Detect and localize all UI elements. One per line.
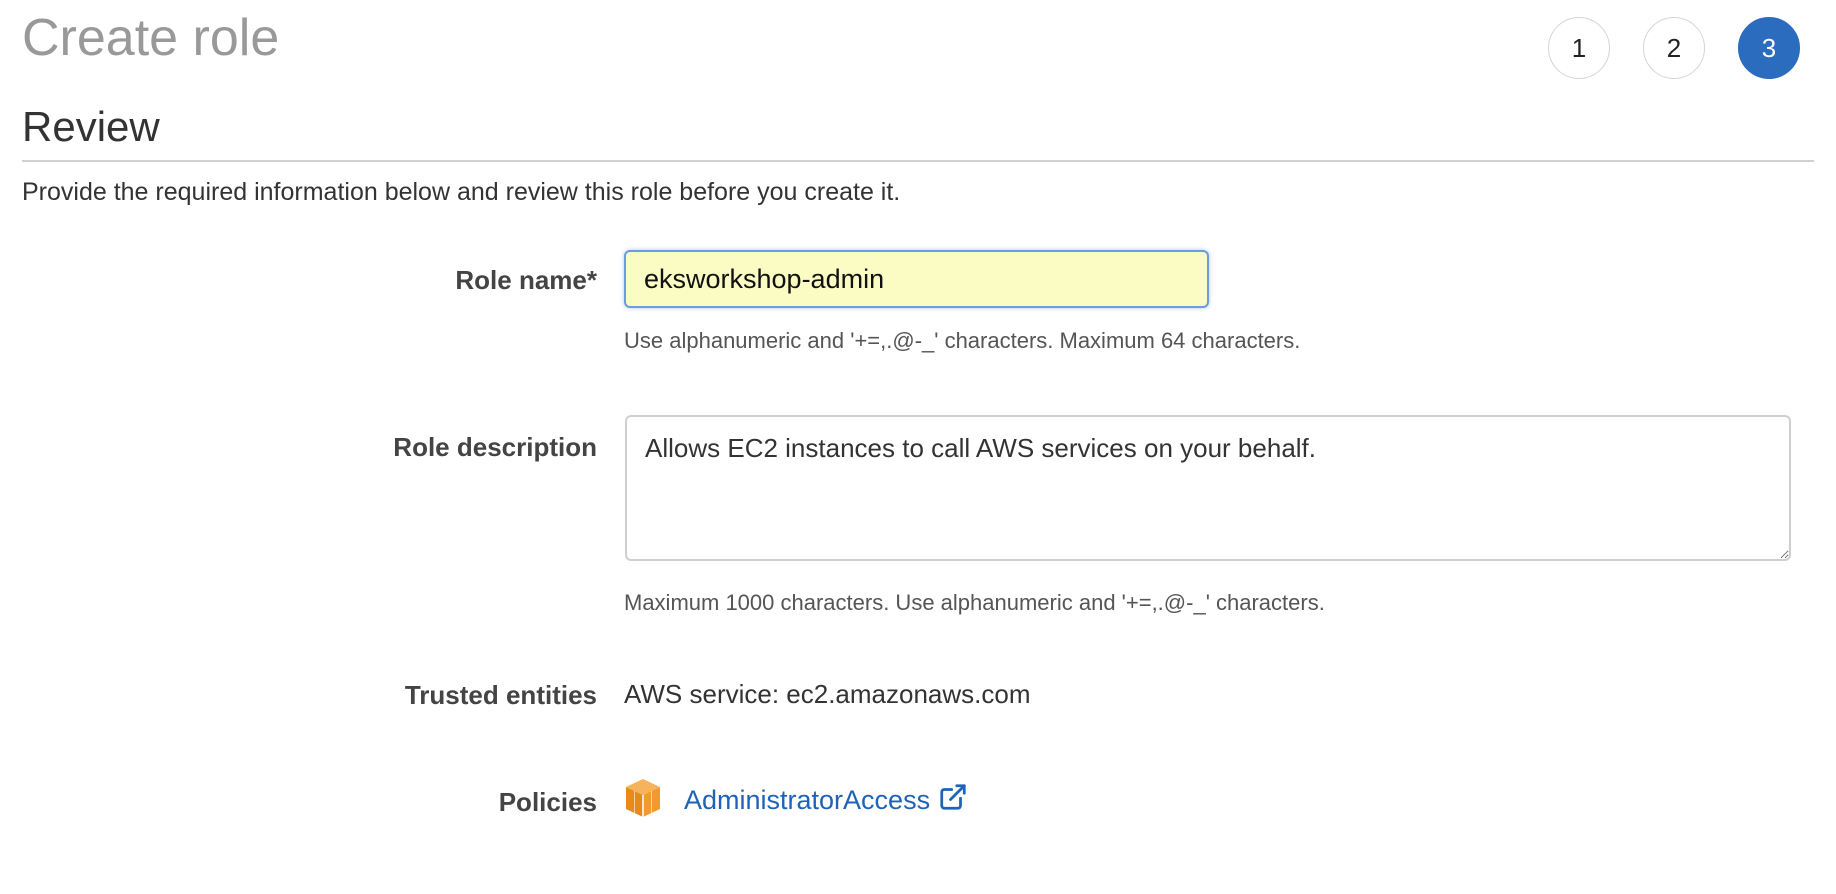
- policies-label: Policies: [498, 787, 597, 817]
- step-2[interactable]: 2: [1643, 17, 1705, 79]
- section-title-review: Review: [22, 103, 160, 150]
- step-3[interactable]: 3: [1738, 17, 1800, 79]
- external-link-icon: [938, 782, 968, 819]
- trusted-entities-value: AWS service: ec2.amazonaws.com: [624, 679, 1031, 709]
- role-name-input[interactable]: [624, 250, 1209, 308]
- aws-box-icon: [624, 777, 662, 824]
- review-intro-text: Provide the required information below a…: [22, 178, 901, 206]
- role-description-hint: Maximum 1000 characters. Use alphanumeri…: [624, 590, 1325, 615]
- section-divider: [22, 160, 1814, 162]
- role-name-hint: Use alphanumeric and '+=,.@-_' character…: [624, 328, 1301, 353]
- role-name-label: Role name*: [455, 265, 597, 295]
- policy-item: AdministratorAccess: [624, 775, 968, 825]
- create-role-page: Create role 1 2 3 Review Provide the req…: [0, 0, 1836, 894]
- page-title: Create role: [22, 9, 280, 67]
- trusted-entities-label: Trusted entities: [404, 680, 597, 710]
- role-description-label: Role description: [393, 432, 597, 462]
- role-description-textarea[interactable]: Allows EC2 instances to call AWS service…: [625, 415, 1791, 561]
- step-1[interactable]: 1: [1548, 17, 1610, 79]
- wizard-steps: 1 2 3: [1548, 17, 1800, 79]
- policy-name: AdministratorAccess: [684, 784, 931, 815]
- policy-link-administratoraccess[interactable]: AdministratorAccess: [684, 782, 968, 819]
